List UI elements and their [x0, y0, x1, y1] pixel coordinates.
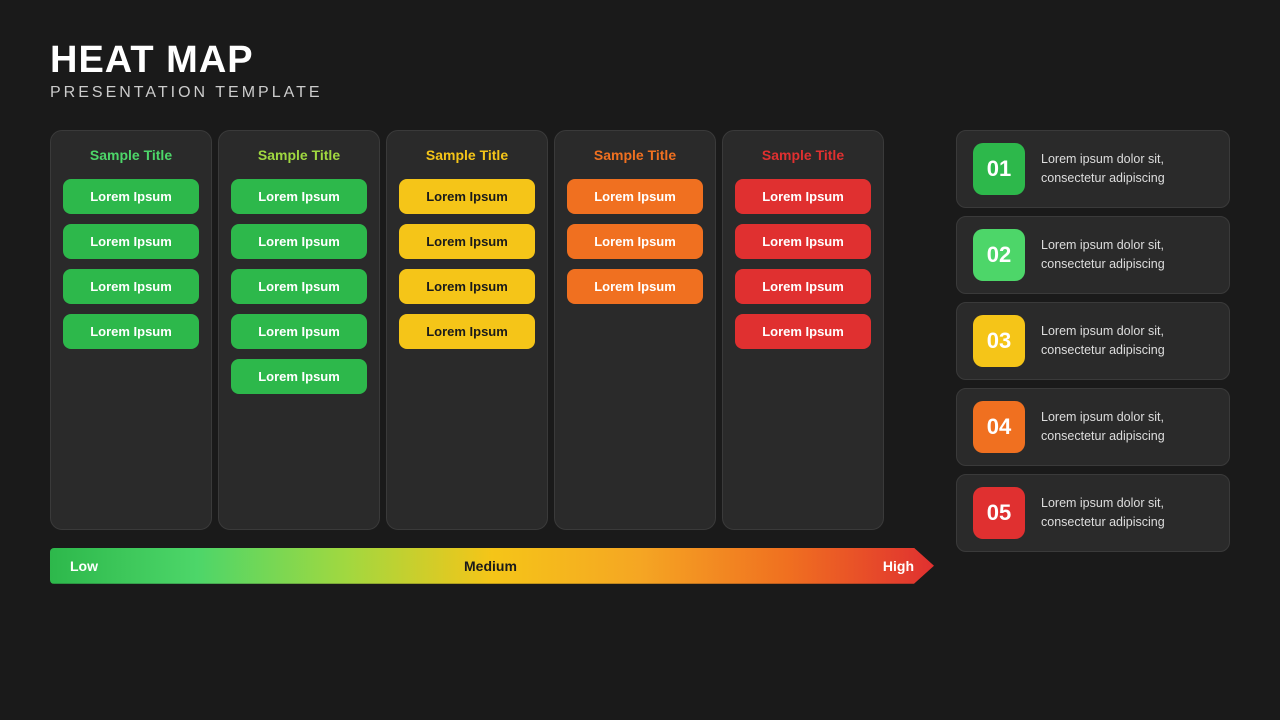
hm-item[interactable]: Lorem Ipsum: [231, 269, 367, 304]
hm-column-2: Sample TitleLorem IpsumLorem IpsumLorem …: [218, 130, 380, 530]
number-badge-4: 04: [973, 401, 1025, 453]
hm-item[interactable]: Lorem Ipsum: [399, 179, 535, 214]
hm-item[interactable]: Lorem Ipsum: [63, 224, 199, 259]
col-items-3: Lorem Ipsum Lorem Ipsum Lorem Ipsum Lorem I…: [399, 179, 535, 349]
hm-item[interactable]: Lorem Ipsum: [231, 179, 367, 214]
hm-column-3: Sample TitleLorem IpsumLorem IpsumLorem …: [386, 130, 548, 530]
hm-column-5: Sample TitleLorem IpsumLorem IpsumLorem …: [722, 130, 884, 530]
legend-medium: Medium: [464, 558, 517, 574]
col-items-1: Lorem Ipsum Lorem Ipsum Lorem Ipsum Lorem I…: [63, 179, 199, 349]
number-badge-1: 01: [973, 143, 1025, 195]
hm-item[interactable]: Lorem Ipsum: [735, 269, 871, 304]
content-area: Sample TitleLorem IpsumLorem IpsumLorem …: [50, 130, 1230, 584]
hm-item[interactable]: Lorem Ipsum: [63, 314, 199, 349]
number-badge-2: 02: [973, 229, 1025, 281]
hm-item[interactable]: Lorem Ipsum: [231, 224, 367, 259]
hm-column-4: Sample TitleLorem IpsumLorem IpsumLorem …: [554, 130, 716, 530]
sub-title: PRESENTATION TEMPLATE: [50, 84, 1230, 102]
legend-container: Low Medium High: [50, 548, 934, 584]
hm-item[interactable]: Lorem Ipsum: [399, 314, 535, 349]
col-title-2: Sample Title: [258, 147, 340, 163]
number-badge-5: 05: [973, 487, 1025, 539]
header: HEAT MAP PRESENTATION TEMPLATE: [50, 40, 1230, 102]
hm-item[interactable]: Lorem Ipsum: [231, 314, 367, 349]
hm-item[interactable]: Lorem Ipsum: [735, 179, 871, 214]
hm-item[interactable]: Lorem Ipsum: [567, 269, 703, 304]
hm-item[interactable]: Lorem Ipsum: [399, 269, 535, 304]
legend-high: High: [883, 558, 914, 574]
numbered-item-3: 03 Lorem ipsum dolor sit, consectetur adi…: [956, 302, 1230, 380]
item-text-1: Lorem ipsum dolor sit, consectetur adipi…: [1041, 150, 1213, 188]
numbered-item-2: 02 Lorem ipsum dolor sit, consectetur adi…: [956, 216, 1230, 294]
page-wrapper: HEAT MAP PRESENTATION TEMPLATE Sample Ti…: [0, 0, 1280, 720]
item-text-2: Lorem ipsum dolor sit, consectetur adipi…: [1041, 236, 1213, 274]
right-panel: 01 Lorem ipsum dolor sit, consectetur adi…: [956, 130, 1230, 552]
item-text-3: Lorem ipsum dolor sit, consectetur adipi…: [1041, 322, 1213, 360]
main-title: HEAT MAP: [50, 40, 1230, 82]
hm-item[interactable]: Lorem Ipsum: [63, 269, 199, 304]
col-items-4: Lorem Ipsum Lorem Ipsum Lorem Ipsum: [567, 179, 703, 304]
hm-item[interactable]: Lorem Ipsum: [399, 224, 535, 259]
numbered-item-5: 05 Lorem ipsum dolor sit, consectetur adi…: [956, 474, 1230, 552]
hm-item[interactable]: Lorem Ipsum: [63, 179, 199, 214]
col-items-5: Lorem Ipsum Lorem Ipsum Lorem Ipsum Lorem I…: [735, 179, 871, 349]
hm-column-1: Sample TitleLorem IpsumLorem IpsumLorem …: [50, 130, 212, 530]
item-text-4: Lorem ipsum dolor sit, consectetur adipi…: [1041, 408, 1213, 446]
heatmap-columns: Sample TitleLorem IpsumLorem IpsumLorem …: [50, 130, 934, 530]
hm-item[interactable]: Lorem Ipsum: [231, 359, 367, 394]
col-title-3: Sample Title: [426, 147, 508, 163]
legend-bar: Low Medium High: [50, 548, 934, 584]
hm-item[interactable]: Lorem Ipsum: [567, 224, 703, 259]
heatmap-area: Sample TitleLorem IpsumLorem IpsumLorem …: [50, 130, 934, 584]
col-title-5: Sample Title: [762, 147, 844, 163]
item-text-5: Lorem ipsum dolor sit, consectetur adipi…: [1041, 494, 1213, 532]
col-items-2: Lorem Ipsum Lorem Ipsum Lorem Ipsum Lorem I…: [231, 179, 367, 394]
number-badge-3: 03: [973, 315, 1025, 367]
hm-item[interactable]: Lorem Ipsum: [567, 179, 703, 214]
col-title-4: Sample Title: [594, 147, 676, 163]
numbered-item-1: 01 Lorem ipsum dolor sit, consectetur adi…: [956, 130, 1230, 208]
hm-item[interactable]: Lorem Ipsum: [735, 314, 871, 349]
legend-low: Low: [70, 558, 98, 574]
hm-item[interactable]: Lorem Ipsum: [735, 224, 871, 259]
numbered-item-4: 04 Lorem ipsum dolor sit, consectetur adi…: [956, 388, 1230, 466]
col-title-1: Sample Title: [90, 147, 172, 163]
